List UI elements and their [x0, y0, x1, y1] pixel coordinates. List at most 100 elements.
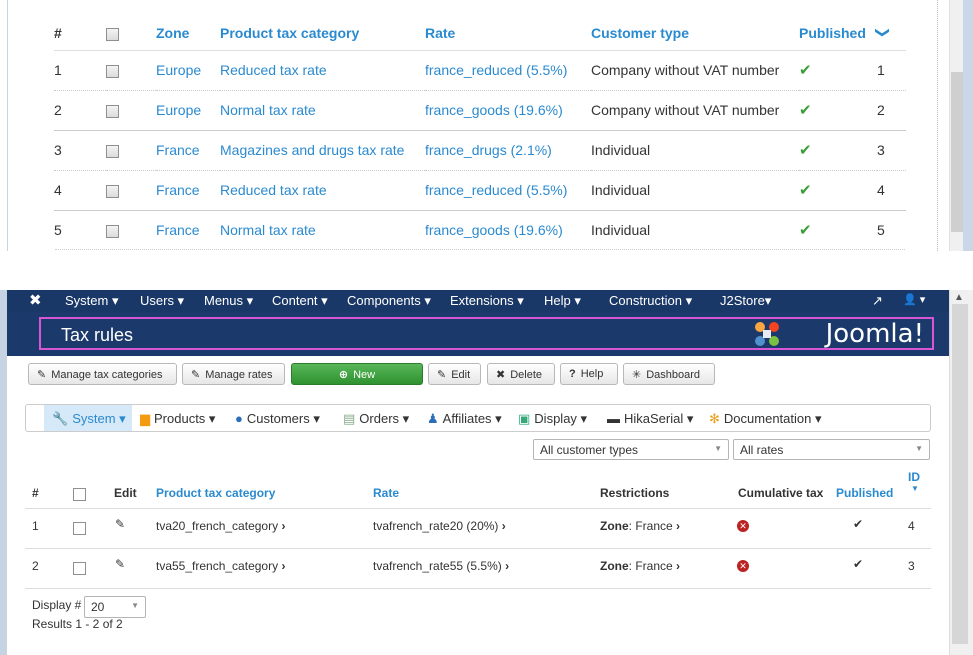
display-limit-select[interactable]: 20 ▼ — [84, 596, 146, 618]
row-zone[interactable]: Europe — [156, 50, 220, 91]
row-rate[interactable]: tvafrench_rate20 (20%) › — [373, 519, 506, 533]
dashboard-button[interactable]: ✳ Dashboard — [623, 363, 715, 385]
scrollbar-thumb[interactable] — [952, 304, 968, 644]
joomla-brand-text: Joomla! — [825, 319, 924, 349]
scrollbar-thumb[interactable] — [951, 72, 963, 232]
user-menu-icon[interactable]: 👤 ▾ — [903, 293, 925, 306]
row-checkbox[interactable] — [106, 104, 119, 118]
display-icon: ▣ — [518, 411, 531, 426]
row-rate[interactable]: tvafrench_rate55 (5.5%) › — [373, 559, 509, 573]
row-rate[interactable]: france_reduced (5.5%) — [425, 170, 591, 211]
bottom-scrollbar[interactable]: ▲ — [949, 290, 973, 655]
joomla-logo-icon[interactable]: ✖ — [29, 291, 42, 309]
row-rate[interactable]: france_goods (19.6%) — [425, 210, 591, 250]
row-restriction[interactable]: Zone: France › — [600, 519, 680, 533]
menu-hikaserial[interactable]: ▬ HikaSerial ▾ — [607, 405, 693, 431]
edit-icon: ✎ — [437, 369, 447, 381]
manage-tax-categories-button[interactable]: ✎ Manage tax categories — [28, 363, 177, 385]
menu-system[interactable]: 🔧 System ▾ — [44, 405, 132, 431]
nav-users[interactable]: Users ▾ — [140, 293, 184, 309]
menu-orders[interactable]: ▤ Orders ▾ — [343, 405, 409, 431]
menu-label: HikaSerial ▾ — [624, 411, 694, 426]
col-rate[interactable]: Rate — [373, 486, 399, 500]
nav-menus[interactable]: Menus ▾ — [204, 293, 253, 309]
col-check[interactable] — [106, 16, 156, 51]
published-check-icon[interactable]: ✔ — [799, 222, 812, 239]
col-num: # — [54, 16, 106, 51]
row-rate[interactable]: france_drugs (2.1%) — [425, 130, 591, 171]
nav-content[interactable]: Content ▾ — [272, 293, 328, 309]
row-category[interactable]: Reduced tax rate — [220, 170, 425, 211]
chevron-right-icon: › — [676, 559, 681, 573]
rate-filter[interactable]: All rates ▼ — [733, 439, 930, 460]
col-id[interactable]: ID — [908, 470, 920, 484]
manage-rates-button[interactable]: ✎ Manage rates — [182, 363, 285, 385]
new-button[interactable]: ⊕ New — [291, 363, 423, 385]
menu-products[interactable]: ▆ Products ▾ — [140, 405, 215, 431]
select-value: All customer types — [540, 443, 639, 457]
row-category[interactable]: tva55_french_category › — [156, 559, 285, 573]
published-check-icon[interactable]: ✔ — [799, 102, 812, 119]
nav-extensions[interactable]: Extensions ▾ — [450, 293, 524, 309]
nav-system[interactable]: System ▾ — [65, 293, 118, 309]
row-restriction[interactable]: Zone: France › — [600, 559, 680, 573]
published-check-icon[interactable]: ✔ — [799, 62, 812, 79]
col-category[interactable]: Product tax category — [220, 16, 425, 51]
published-check-icon[interactable]: ✔ — [853, 557, 863, 571]
scroll-up-icon[interactable]: ▲ — [954, 292, 964, 303]
nav-help[interactable]: Help ▾ — [544, 293, 581, 309]
row-rate[interactable]: france_reduced (5.5%) — [425, 50, 591, 91]
row-checkbox[interactable] — [106, 144, 119, 158]
top-tax-table: # Zone Product tax category Rate Custome… — [54, 16, 906, 250]
row-category[interactable]: Reduced tax rate — [220, 50, 425, 91]
col-rate[interactable]: Rate — [425, 16, 591, 51]
row-category[interactable]: Magazines and drugs tax rate — [220, 130, 425, 171]
row-zone[interactable]: France — [156, 210, 220, 250]
row-zone[interactable]: Europe — [156, 90, 220, 131]
published-check-icon[interactable]: ✔ — [853, 517, 863, 531]
select-all-checkbox[interactable] — [73, 488, 86, 501]
select-all-checkbox[interactable] — [106, 27, 119, 41]
row-checkbox[interactable] — [106, 64, 119, 78]
top-scrollbar[interactable] — [949, 0, 963, 251]
menu-affiliates[interactable]: ♟ Affiliates ▾ — [427, 405, 502, 431]
delete-button[interactable]: ✖ Delete — [487, 363, 555, 385]
nav-components[interactable]: Components ▾ — [347, 293, 431, 309]
menu-display[interactable]: ▣ Display ▾ — [518, 405, 587, 431]
row-zone[interactable]: France — [156, 130, 220, 171]
row-category[interactable]: Normal tax rate — [220, 90, 425, 131]
menu-documentation[interactable]: ✻ Documentation ▾ — [709, 405, 821, 431]
menu-label: Products ▾ — [154, 411, 216, 426]
row-checkbox[interactable] — [73, 562, 86, 575]
edit-pencil-icon[interactable]: ✎ — [115, 557, 125, 571]
help-button[interactable]: ? Help — [560, 363, 618, 385]
row-rate[interactable]: france_goods (19.6%) — [425, 90, 591, 131]
col-order[interactable]: ❯ — [874, 16, 906, 51]
row-category[interactable]: Normal tax rate — [220, 210, 425, 250]
customer-type-filter[interactable]: All customer types ▼ — [533, 439, 729, 460]
row-checkbox[interactable] — [73, 522, 86, 535]
table-row: 1 Europe Reduced tax rate france_reduced… — [54, 50, 906, 91]
col-published[interactable]: Published — [836, 486, 893, 500]
edit-button[interactable]: ✎ Edit — [428, 363, 481, 385]
cumulative-no-icon[interactable]: ✕ — [737, 518, 749, 532]
list-footer: Display # 20 ▼ Results 1 - 2 of 2 — [32, 596, 146, 631]
external-link-icon[interactable]: ↗ — [872, 293, 883, 309]
cumulative-no-icon[interactable]: ✕ — [737, 558, 749, 572]
nav-j2store[interactable]: J2Store▾ — [720, 293, 771, 309]
row-category[interactable]: tva20_french_category › — [156, 519, 285, 533]
published-check-icon[interactable]: ✔ — [799, 142, 812, 159]
row-zone[interactable]: France — [156, 170, 220, 211]
col-customer-type[interactable]: Customer type — [591, 16, 799, 51]
chevron-down-icon[interactable]: ❯ — [874, 27, 891, 39]
edit-pencil-icon[interactable]: ✎ — [115, 517, 125, 531]
col-published[interactable]: Published — [799, 16, 877, 51]
nav-construction[interactable]: Construction ▾ — [609, 293, 692, 309]
col-category[interactable]: Product tax category — [156, 486, 275, 500]
sort-desc-icon[interactable]: ▼ — [911, 484, 919, 493]
row-checkbox[interactable] — [106, 225, 119, 239]
published-check-icon[interactable]: ✔ — [799, 182, 812, 199]
row-checkbox[interactable] — [106, 184, 119, 198]
menu-customers[interactable]: ● Customers ▾ — [235, 405, 320, 431]
col-zone[interactable]: Zone — [156, 16, 220, 51]
